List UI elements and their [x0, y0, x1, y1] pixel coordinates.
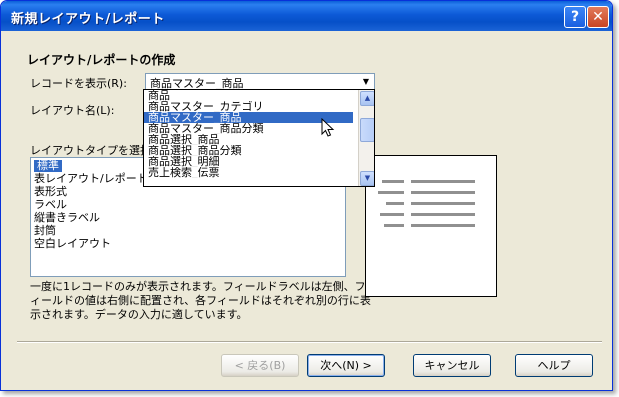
layout-description: 一度に1レコードのみが表示されます。フィールドラベルは左側、フィールドの値は右側… [30, 280, 371, 321]
scroll-up-icon[interactable]: ▲ [360, 91, 374, 106]
layout-type-item[interactable]: 縦書きラベル [34, 212, 100, 224]
scrollbar[interactable]: ▲ ▼ [358, 90, 374, 186]
help-icon[interactable]: ? [564, 6, 586, 28]
dropdown-option[interactable]: 商品選択_商品分類 [144, 145, 353, 156]
layout-type-item[interactable]: 標準 [34, 160, 62, 172]
layout-name-label: レイアウト名(L): [30, 104, 115, 117]
title-bar: 新規レイアウト/レポート ? ✕ [1, 1, 612, 31]
mouse-cursor-icon [321, 118, 335, 137]
record-dropdown-list[interactable]: 商品 商品マスター_カテゴリ 商品マスター_商品 商品マスター_商品分類 商品選択_商品… [143, 89, 375, 187]
layout-preview [365, 155, 497, 297]
layout-type-item[interactable]: 封筒 [34, 225, 56, 237]
dropdown-option[interactable]: 商品選択_明細 [144, 156, 353, 167]
layout-type-item[interactable]: ラベル [34, 199, 67, 211]
section-heading: レイアウト/レポートの作成 [27, 53, 176, 67]
layout-type-item[interactable]: 表レイアウト/レポート [34, 173, 148, 185]
help-button[interactable]: ヘルプ [515, 354, 593, 377]
scroll-down-icon[interactable]: ▼ [360, 171, 374, 186]
scroll-thumb[interactable] [360, 118, 374, 142]
window-title: 新規レイアウト/レポート [11, 12, 165, 27]
layout-type-item[interactable]: 空白レイアウト [34, 238, 111, 250]
separator [17, 341, 602, 343]
layout-type-item[interactable]: 表形式 [34, 186, 67, 198]
close-icon[interactable]: ✕ [587, 6, 609, 28]
record-label: レコードを表示(R): [30, 77, 127, 90]
next-button[interactable]: 次へ(N) > [307, 354, 385, 377]
chevron-down-icon[interactable]: ▼ [359, 75, 373, 88]
dropdown-option[interactable]: 商品 [144, 90, 353, 101]
back-button[interactable]: < 戻る(B) [221, 354, 299, 377]
dialog-window: 新規レイアウト/レポート ? ✕ レイアウト/レポートの作成 レコードを表示(R… [0, 0, 613, 391]
dropdown-option[interactable]: 売上検索_伝票 [144, 167, 353, 178]
cancel-button[interactable]: キャンセル [413, 354, 491, 377]
dropdown-option[interactable]: 商品マスター_カテゴリ [144, 101, 353, 112]
